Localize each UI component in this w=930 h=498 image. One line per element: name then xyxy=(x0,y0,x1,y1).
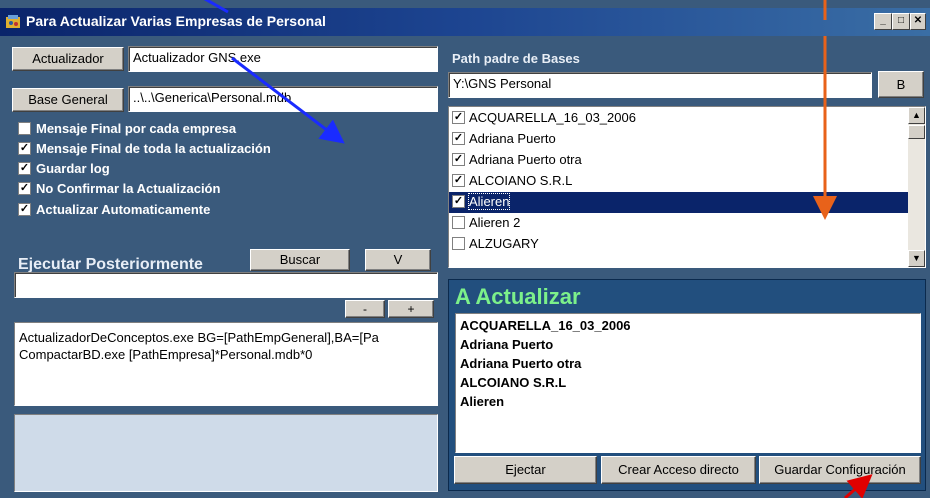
to-update-item[interactable]: ALCOIANO S.R.L xyxy=(458,373,918,392)
checkmark-icon[interactable]: ✓ xyxy=(452,132,465,146)
option-label: Guardar log xyxy=(36,161,110,176)
companies-list[interactable]: ✓ ACQUARELLA_16_03_2006 ✓ Adriana Puerto ✓… xyxy=(448,106,926,268)
option-label: Mensaje Final por cada empresa xyxy=(36,121,237,136)
v-button[interactable]: V xyxy=(365,249,431,271)
option-no-confirmar[interactable]: ✓ No Confirmar la Actualización xyxy=(18,181,220,199)
company-name: ALCOIANO S.R.L xyxy=(469,173,573,188)
command-item[interactable]: CompactarBD.exe [PathEmpresa]*Personal.m… xyxy=(19,346,433,363)
scroll-thumb[interactable] xyxy=(908,125,925,139)
company-name: ALZUGARY xyxy=(469,236,539,251)
command-input[interactable] xyxy=(14,272,438,298)
to-update-item[interactable]: Adriana Puerto xyxy=(458,335,918,354)
companies-scrollbar[interactable]: ▲ ▼ xyxy=(908,107,925,267)
close-button[interactable]: ✕ xyxy=(910,13,926,30)
title-bar: Para Actualizar Varias Empresas de Perso… xyxy=(0,8,930,36)
company-item[interactable]: ✓ ALCOIANO S.R.L xyxy=(449,171,908,192)
company-item[interactable]: ALZUGARY xyxy=(449,234,908,255)
minimize-button[interactable]: _ xyxy=(874,13,892,30)
to-update-item[interactable]: ACQUARELLA_16_03_2006 xyxy=(458,316,918,335)
commands-list[interactable]: ActualizadorDeConceptos.exe BG=[PathEmpG… xyxy=(14,322,438,406)
company-item[interactable]: ✓ Adriana Puerto xyxy=(449,129,908,150)
output-panel xyxy=(14,414,438,492)
company-item-selected[interactable]: ✓ Alieren xyxy=(449,192,908,213)
add-command-button[interactable]: + xyxy=(388,300,434,318)
actualizador-field[interactable]: Actualizador GNS.exe xyxy=(128,46,438,72)
path-label: Path padre de Bases xyxy=(452,51,580,66)
remove-command-button[interactable]: - xyxy=(345,300,385,318)
scroll-up-icon[interactable]: ▲ xyxy=(908,107,925,124)
window-title: Para Actualizar Varias Empresas de Perso… xyxy=(26,13,326,29)
checkmark-icon[interactable]: ✓ xyxy=(18,142,31,156)
scroll-down-icon[interactable]: ▼ xyxy=(908,250,925,267)
company-item[interactable]: Alieren 2 xyxy=(449,213,908,234)
option-label: Mensaje Final de toda la actualización xyxy=(36,141,271,156)
checkmark-icon[interactable]: ✓ xyxy=(452,153,465,167)
actualizador-button[interactable]: Actualizador xyxy=(12,47,124,71)
crear-acceso-directo-button[interactable]: Crear Acceso directo xyxy=(601,456,756,484)
company-name: ACQUARELLA_16_03_2006 xyxy=(469,110,636,125)
option-actualizar-automaticamente[interactable]: ✓ Actualizar Automaticamente xyxy=(18,202,210,220)
buscar-button[interactable]: Buscar xyxy=(250,249,350,271)
company-name: Adriana Puerto xyxy=(469,131,556,146)
checkmark-icon[interactable]: ✓ xyxy=(452,111,465,125)
app-icon xyxy=(6,15,20,28)
command-item[interactable]: ActualizadorDeConceptos.exe BG=[PathEmpG… xyxy=(19,329,433,346)
checkbox-icon[interactable] xyxy=(18,122,31,136)
checkbox-icon[interactable] xyxy=(452,237,465,251)
option-mensaje-final-toda[interactable]: ✓ Mensaje Final de toda la actualización xyxy=(18,141,271,159)
company-name: Adriana Puerto otra xyxy=(469,152,582,167)
to-update-item[interactable]: Alieren xyxy=(458,392,918,411)
maximize-button[interactable]: □ xyxy=(892,13,910,30)
ejecutar-button[interactable]: Ejectar xyxy=(454,456,597,484)
option-label: Actualizar Automaticamente xyxy=(36,202,211,217)
path-field[interactable]: Y:\GNS Personal xyxy=(448,72,872,98)
option-label: No Confirmar la Actualización xyxy=(36,181,221,196)
company-item[interactable]: ✓ Adriana Puerto otra xyxy=(449,150,908,171)
checkmark-icon[interactable]: ✓ xyxy=(18,203,31,217)
checkbox-icon[interactable] xyxy=(452,216,465,230)
checkmark-icon[interactable]: ✓ xyxy=(18,162,31,176)
company-name: Alieren 2 xyxy=(469,215,521,230)
to-update-list[interactable]: ACQUARELLA_16_03_2006 Adriana Puerto Adr… xyxy=(455,313,921,453)
company-item[interactable]: ✓ ACQUARELLA_16_03_2006 xyxy=(449,108,908,129)
checkmark-icon[interactable]: ✓ xyxy=(452,195,465,209)
checkmark-icon[interactable]: ✓ xyxy=(18,182,31,196)
app-window: Para Actualizar Varias Empresas de Perso… xyxy=(0,0,930,498)
guardar-configuracion-button[interactable]: Guardar Configuración xyxy=(759,456,921,484)
a-actualizar-panel: A Actualizar ACQUARELLA_16_03_2006 Adria… xyxy=(448,279,926,491)
option-guardar-log[interactable]: ✓ Guardar log xyxy=(18,161,110,179)
checkmark-icon[interactable]: ✓ xyxy=(452,174,465,188)
option-mensaje-final-empresa[interactable]: Mensaje Final por cada empresa xyxy=(18,121,236,139)
base-general-button[interactable]: Base General xyxy=(12,88,124,112)
base-general-field[interactable]: ..\..\Generica\Personal.mdb xyxy=(128,86,438,112)
a-actualizar-title: A Actualizar xyxy=(455,284,581,309)
to-update-item[interactable]: Adriana Puerto otra xyxy=(458,354,918,373)
company-name: Alieren xyxy=(467,193,511,210)
browse-path-button[interactable]: B xyxy=(878,71,924,98)
